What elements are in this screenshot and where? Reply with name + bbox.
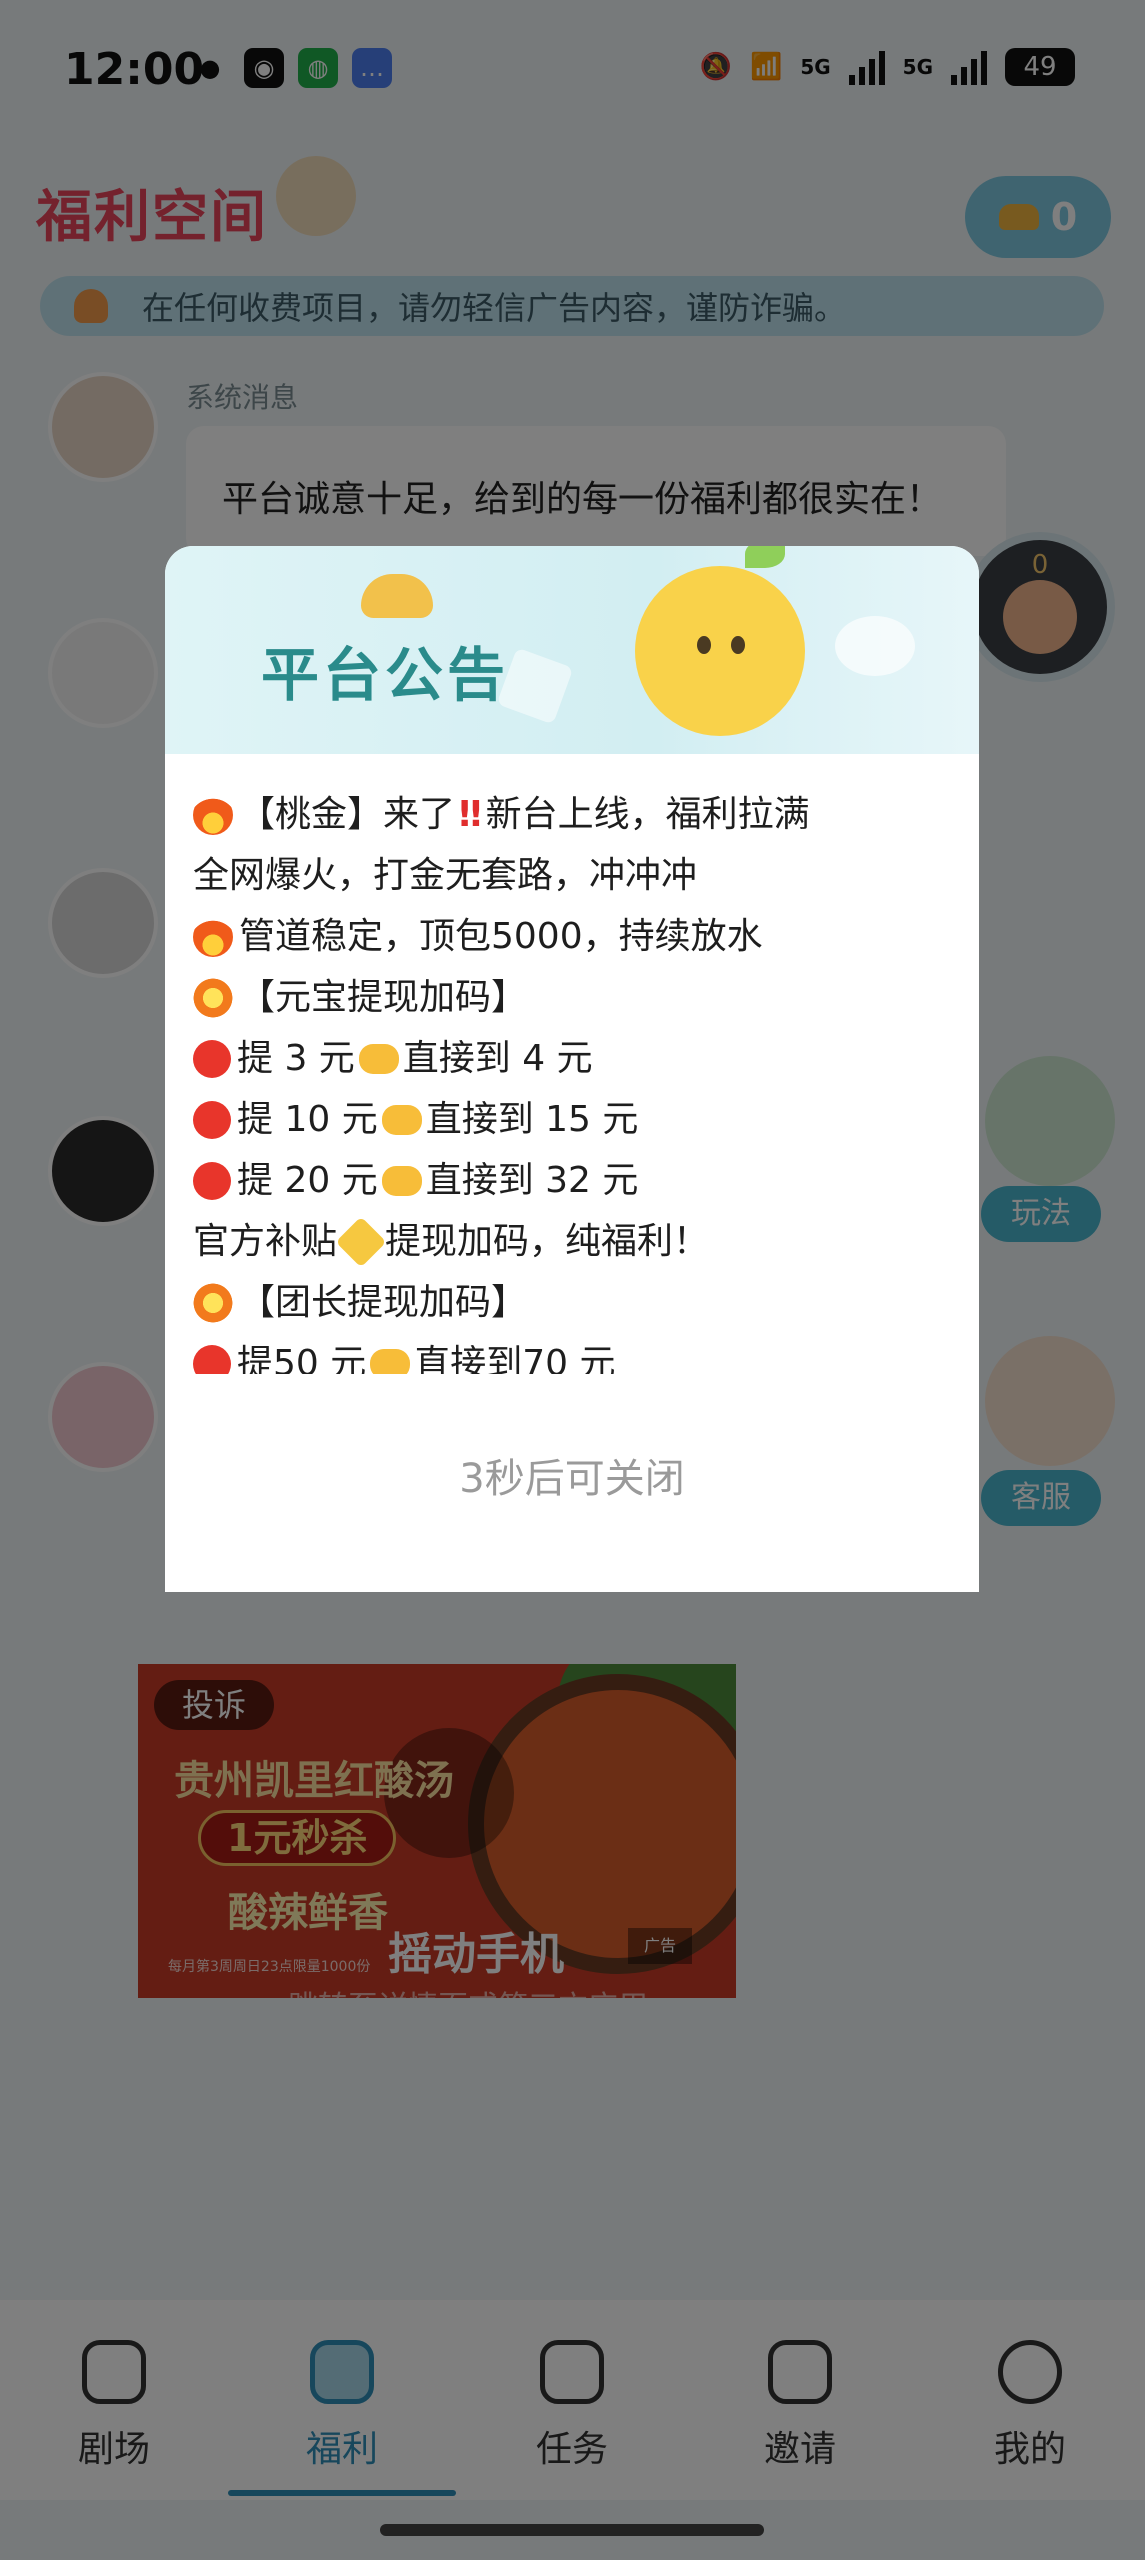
pointing-hand-icon [358,1043,399,1074]
pointing-hand-icon [370,1348,411,1374]
gold-ingot-icon [361,574,433,618]
red-dot-icon [193,1161,231,1200]
pointing-hand-icon [381,1104,422,1135]
announcement-line: 提 20 元 直接到 32 元 [193,1150,963,1211]
announcement-line: 【元宝提现加码】 [193,967,963,1028]
announcement-line: 提 10 元 直接到 15 元 [193,1089,963,1150]
sparkles-icon [335,1216,387,1267]
mascot-eye [697,636,711,654]
fire-icon [193,916,233,957]
fire-icon [193,794,233,835]
pointing-hand-icon [381,1165,422,1196]
announcement-modal: 平台公告 【桃金】来了 ‼ 新台上线，福利拉满 全网爆火，打金无套路，冲冲冲 管… [165,546,979,1592]
double-exclamation-icon: ‼ [459,794,482,835]
announcement-line: 全网爆火，打金无套路，冲冲冲 [193,855,698,896]
modal-header: 平台公告 [165,546,979,754]
red-dot-icon [193,1100,231,1139]
decoration-ingot [835,616,915,676]
leaf-icon [745,546,785,568]
announcement-line: 官方补贴 提现加码，纯福利！ [193,1211,963,1272]
red-dot-icon [193,1344,231,1374]
announcement-line: 管道稳定，顶包5000，持续放水 [193,906,963,967]
announcement-line: 提50 元 直接到70 元 [193,1333,963,1374]
modal-title: 平台公告 [261,641,510,709]
announcement-line: 提 3 元 直接到 4 元 [193,1028,963,1089]
close-countdown-button[interactable]: 3秒后可关闭 [165,1446,979,1504]
mascot-icon [635,566,805,736]
announcement-body[interactable]: 【桃金】来了 ‼ 新台上线，福利拉满 全网爆火，打金无套路，冲冲冲 管道稳定，顶… [193,784,963,1374]
boom-icon [193,977,233,1018]
home-indicator[interactable] [380,2524,764,2536]
mascot-eye [731,636,745,654]
announcement-line: 【团长提现加码】 [193,1272,963,1333]
announcement-line: 【桃金】来了 ‼ 新台上线，福利拉满 [193,784,963,845]
boom-icon [193,1282,233,1323]
red-dot-icon [193,1039,231,1078]
